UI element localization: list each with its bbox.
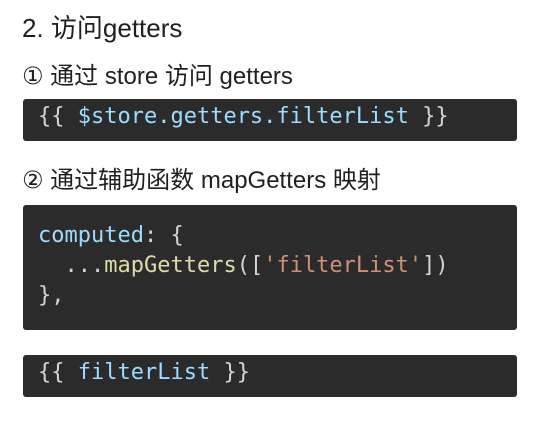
mustache-close: }} [210,360,250,385]
filter-list-string: 'filterList' [263,253,423,278]
computed-open-brace: : { [143,223,184,248]
section-title: 2. 访问getters [22,13,183,43]
call-close: ]) [422,253,449,278]
computed-keyword: computed [38,223,144,248]
method-two-title: ② 通过辅助函数 mapGetters 映射 [22,167,381,194]
template-usage-code-block: {{ filterList }} [23,355,517,397]
method-one-title: ① 通过 store 访问 getters [22,63,293,90]
mustache-open: {{ [38,360,78,385]
store-getters-expression: $store.getters.filterList [77,104,409,129]
spread-operator: ... [64,253,105,278]
mustache-open: {{ [38,104,78,129]
mustache-close: }} [408,104,449,129]
store-getters-code-block: {{ $store.getters.filterList }} [23,99,517,141]
code-line-close: }, [38,283,65,308]
call-open: ([ [236,253,264,278]
map-getters-function: mapGetters [104,253,237,278]
map-getters-code-block: computed: { ...mapGetters(['filterList']… [23,205,517,330]
code-line-map-getters: ...mapGetters(['filterList']) [38,251,517,281]
filter-list-expression: filterList [77,360,211,385]
code-line-computed: computed: { [38,221,517,251]
